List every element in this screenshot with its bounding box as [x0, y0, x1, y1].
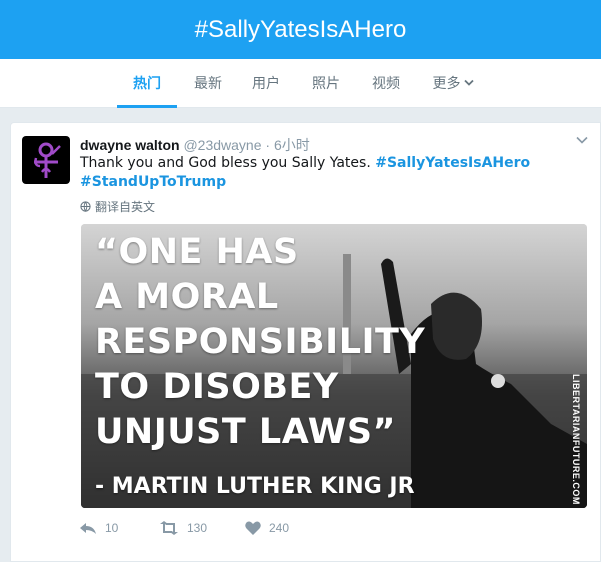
- quote-attribution: - MARTIN LUTHER KING JR: [95, 474, 415, 499]
- retweet-icon: [160, 521, 178, 535]
- prince-symbol-icon: [34, 142, 61, 178]
- heart-icon: [245, 521, 261, 535]
- tweet-image[interactable]: “ONE HAS A MORAL RESPONSIBILITY TO DISOB…: [81, 224, 587, 508]
- reply-count: 10: [105, 521, 119, 535]
- tweet-text: Thank you and God bless you Sally Yates.…: [80, 154, 560, 192]
- tab-latest[interactable]: 最新: [182, 59, 234, 107]
- quote-text: “ONE HAS A MORAL RESPONSIBILITY TO DISOB…: [95, 232, 426, 452]
- hashtag-link[interactable]: #StandUpToTrump: [80, 174, 226, 190]
- like-button[interactable]: 240: [245, 521, 289, 535]
- search-header: #SallyYatesIsAHero: [0, 0, 601, 59]
- tab-more[interactable]: 更多: [424, 59, 482, 107]
- tweet-time[interactable]: · 6小时: [265, 137, 309, 153]
- tab-videos[interactable]: 视频: [360, 59, 412, 107]
- retweet-count: 130: [187, 521, 208, 535]
- translate-link[interactable]: 翻译自英文: [80, 198, 155, 215]
- retweet-button[interactable]: 130: [159, 521, 207, 535]
- reply-icon: [80, 523, 96, 534]
- chevron-down-icon: [463, 77, 474, 90]
- tab-photos[interactable]: 照片: [300, 59, 352, 107]
- hashtag-link[interactable]: #SallyYatesIsAHero: [375, 155, 530, 171]
- reply-button[interactable]: 10: [79, 521, 118, 535]
- tweet-body: Thank you and God bless you Sally Yates.: [80, 155, 371, 171]
- translate-label: 翻译自英文: [95, 200, 156, 214]
- image-credit: LIBERTARIANFUTURE.COM: [571, 374, 581, 505]
- display-name[interactable]: dwayne walton: [80, 137, 180, 153]
- tweet-meta: dwayne walton @23dwayne · 6小时: [80, 135, 310, 155]
- tab-people[interactable]: 用户: [240, 59, 292, 107]
- user-handle[interactable]: @23dwayne: [183, 137, 261, 153]
- tab-top[interactable]: 热门: [117, 59, 177, 108]
- tweet-menu-caret-icon[interactable]: [576, 133, 588, 147]
- avatar[interactable]: [22, 136, 70, 184]
- header-title: #SallyYatesIsAHero: [194, 15, 407, 43]
- tab-bar: 热门 最新 用户 照片 视频 更多: [0, 59, 601, 108]
- like-count: 240: [269, 521, 290, 535]
- globe-icon: [80, 201, 91, 212]
- tweet-card[interactable]: dwayne walton @23dwayne · 6小时 Thank you …: [10, 122, 601, 562]
